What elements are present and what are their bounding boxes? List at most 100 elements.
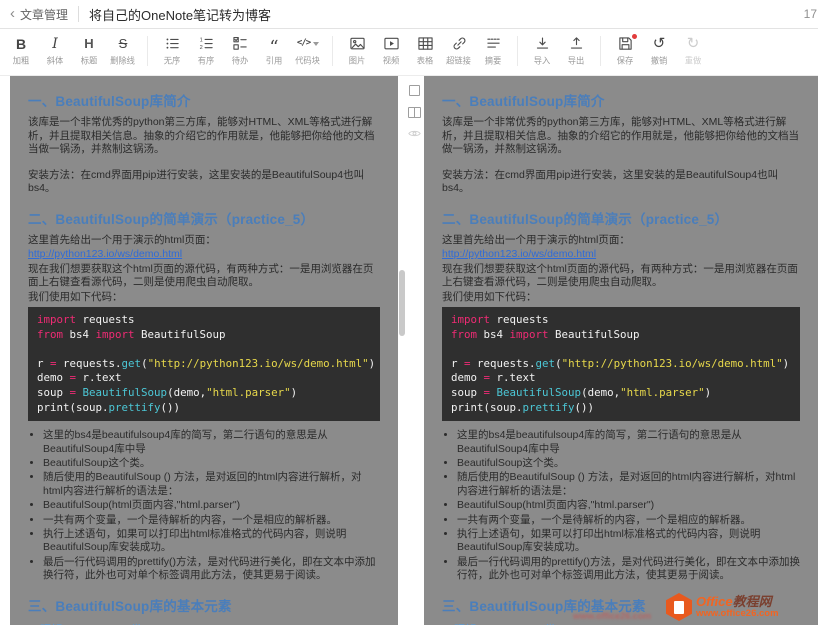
bullet-item: BeautifulSoup(html页面内容,"html.parser") — [457, 499, 800, 512]
toolbar-button-label: 图片 — [349, 55, 366, 67]
image-icon — [350, 35, 365, 52]
table-icon — [418, 35, 433, 52]
toolbar-separator — [332, 36, 333, 66]
doc-paragraph: 这里首先给出一个用于演示的html页面： — [442, 234, 800, 248]
toolbar-undo-button[interactable]: ↺ 撤销 — [642, 34, 676, 67]
todo-list-icon — [233, 35, 248, 52]
toolbar-italic-button[interactable]: I 斜体 — [38, 34, 72, 67]
import-icon — [535, 35, 550, 52]
bullet-list: 这里的bs4是beautifulsoup4库的简写，第二行语句的意思是从Beau… — [442, 429, 800, 582]
watermark-url: www.office26.com — [696, 609, 779, 619]
toolbar-export-button[interactable]: 导出 — [559, 34, 593, 67]
bullet-item: 随后使用的BeautifulSoup () 方法，是对返回的html内容进行解析… — [43, 471, 380, 498]
toolbar-todo-list-button[interactable]: 待办 — [223, 34, 257, 67]
ordered-list-icon: 12 — [199, 35, 214, 52]
toolbar-button-label: 引用 — [266, 55, 283, 67]
save-icon — [618, 35, 633, 52]
pane-divider — [398, 76, 424, 625]
toolbar-unordered-list-button[interactable]: 无序 — [155, 34, 189, 67]
scrollbar-thumb[interactable] — [399, 270, 405, 336]
bullet-item: 一共有两个变量，一个是待解析的内容，一个是相应的解析器。 — [457, 514, 800, 527]
bullet-item: 随后使用的BeautifulSoup () 方法，是对返回的html内容进行解析… — [457, 471, 800, 498]
toolbar-button-label: 加粗 — [13, 55, 30, 67]
toolbar-button-label: 标题 — [81, 55, 98, 67]
toolbar-button-label: 重做 — [685, 55, 702, 67]
toolbar-button-label: 表格 — [417, 55, 434, 67]
preview-button — [407, 128, 421, 140]
doc-paragraph: 现在我们想要获取这个html页面的源代码，有两种方式：一是用浏览器在页面上右键查… — [442, 263, 800, 290]
bullet-item: 这里的bs4是beautifulsoup4库的简写，第二行语句的意思是从Beau… — [43, 429, 380, 456]
titlebar: ‹ 文章管理 17 — [0, 0, 818, 29]
bullet-list: 这里的bs4是beautifulsoup4库的简写，第二行语句的意思是从Beau… — [28, 429, 380, 582]
editor-pane[interactable]: 一、BeautifulSoup库简介该库是一个非常优秀的python第三方库，能… — [10, 76, 398, 625]
toolbar-button-label: 删除线 — [111, 55, 136, 67]
titlebar-divider — [78, 6, 79, 22]
doc-paragraph: 安装方法：在cmd界面用pip进行安装，这里安装的是BeautifulSoup4… — [28, 169, 380, 196]
bullet-item: 执行上述语句，如果可以打印出html标准格式的代码内容，则说明Beautiful… — [43, 528, 380, 555]
toolbar-ordered-list-button[interactable]: 12 有序 — [189, 34, 223, 67]
toolbar-save-button[interactable]: 保存 — [608, 34, 642, 67]
undo-icon: ↺ — [653, 35, 666, 52]
video-icon — [384, 35, 399, 52]
doc-heading: 一、BeautifulSoup库简介 — [442, 90, 800, 110]
toolbar-button-label: 斜体 — [47, 55, 64, 67]
doc-paragraph: 我们使用如下代码： — [442, 291, 800, 305]
toolbar-button-label: 待办 — [232, 55, 249, 67]
doc-paragraph: 我们使用如下代码： — [28, 291, 380, 305]
toolbar-button-label: 保存 — [617, 55, 634, 67]
link-icon — [452, 35, 467, 52]
char-count: 17 — [804, 7, 818, 21]
back-label: 文章管理 — [20, 6, 68, 23]
toolbar-hyperlink-button[interactable]: 超链接 — [442, 34, 476, 67]
chevron-down-icon — [313, 42, 319, 46]
bullet-item: 最后一行代码调用的prettify()方法，是对代码进行美化，即在文本中添加换行… — [457, 556, 800, 583]
toolbar-button-label: 导出 — [568, 55, 585, 67]
toolbar-code-block-button[interactable]: </> 代码块 — [291, 34, 325, 67]
split-view-button[interactable] — [407, 106, 421, 118]
doc-hyperlink[interactable]: http://python123.io/ws/demo.html — [442, 248, 800, 262]
office26-watermark: Office教程网 www.office26.com — [666, 591, 816, 623]
bullet-item: BeautifulSoup这个类。 — [457, 457, 800, 470]
redo-icon: ↻ — [687, 35, 700, 52]
maximize-button[interactable] — [407, 84, 421, 96]
toolbar-separator — [517, 36, 518, 66]
toolbar-quote-button[interactable]: “引用 — [257, 34, 291, 67]
toolbar-bold-button[interactable]: B 加粗 — [4, 34, 38, 67]
watermark-brand-secondary: 教程网 — [733, 594, 772, 609]
doc-subheading: 1. 理解BeautifulSoup类 — [28, 621, 380, 625]
toolbar-button-label: 导入 — [534, 55, 551, 67]
doc-heading: 二、BeautifulSoup的简单演示（practice_5） — [442, 208, 800, 228]
office-logo-icon — [666, 593, 692, 621]
toolbar-video-button[interactable]: 视频 — [374, 34, 408, 67]
doc-paragraph: 现在我们想要获取这个html页面的源代码，有两种方式：一是用浏览器在页面上右键查… — [28, 263, 380, 290]
eye-icon — [408, 125, 421, 143]
bullet-item: BeautifulSoup(html页面内容,"html.parser") — [43, 499, 380, 512]
toolbar-strikethrough-button[interactable]: S 删除线 — [106, 34, 140, 67]
export-icon — [569, 35, 584, 52]
strikethrough-icon: S — [119, 35, 128, 52]
toolbar-separator — [147, 36, 148, 66]
back-to-article-management-button[interactable]: ‹ 文章管理 — [10, 6, 68, 23]
code-icon: </> — [297, 35, 319, 52]
python-code-block: import requests from bs4 import Beautifu… — [442, 307, 800, 421]
toolbar-heading-button[interactable]: H标题 — [72, 34, 106, 67]
toolbar-import-button[interactable]: 导入 — [525, 34, 559, 67]
toolbar-image-button[interactable]: 图片 — [340, 34, 374, 67]
article-title-input[interactable] — [89, 7, 804, 22]
unordered-list-icon — [165, 35, 180, 52]
doc-hyperlink[interactable]: http://python123.io/ws/demo.html — [28, 248, 380, 262]
toolbar-summary-button[interactable]: 摘要 — [476, 34, 510, 67]
bold-icon: B — [16, 35, 26, 52]
summary-icon — [486, 35, 501, 52]
toolbar-table-button[interactable]: 表格 — [408, 34, 442, 67]
toolbar-button-label: 超链接 — [447, 55, 472, 67]
toolbar-redo-button: ↻ 重做 — [676, 34, 710, 67]
toolbar-button-label: 撤销 — [651, 55, 668, 67]
toolbar-button-label: 无序 — [164, 55, 181, 67]
toolbar-button-label: 有序 — [198, 55, 215, 67]
doc-heading: 一、BeautifulSoup库简介 — [28, 90, 380, 110]
italic-icon: I — [52, 35, 58, 52]
toolbar-button-label: 代码块 — [296, 55, 321, 67]
doc-heading: 三、BeautifulSoup库的基本元素 — [28, 595, 380, 615]
preview-pane[interactable]: 一、BeautifulSoup库简介该库是一个非常优秀的python第三方库，能… — [424, 76, 818, 625]
